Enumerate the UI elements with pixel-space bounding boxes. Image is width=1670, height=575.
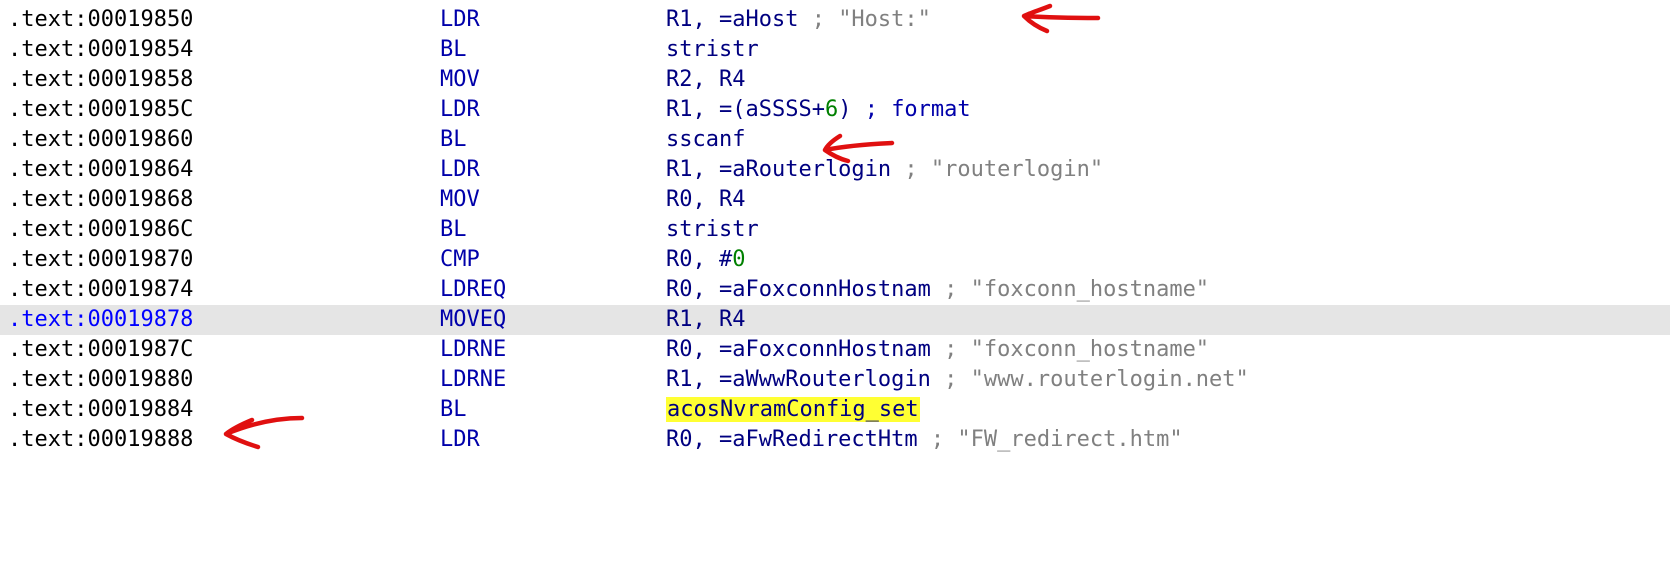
line-mnemonic[interactable]: LDR [440, 425, 480, 455]
line-operand[interactable]: R1, =aHost [666, 7, 798, 32]
line-address[interactable]: .text:00019888 [8, 425, 193, 455]
line-address[interactable]: .text:0001986C [8, 215, 193, 245]
line-operands: stristr [666, 215, 759, 245]
line-comment: ; "routerlogin" [891, 157, 1104, 182]
line-address[interactable]: .text:00019868 [8, 185, 193, 215]
line-address[interactable]: .text:00019874 [8, 275, 193, 305]
line-mnemonic[interactable]: CMP [440, 245, 480, 275]
line-comment: ; "foxconn_hostname" [930, 277, 1210, 302]
line-operands: R0, =aFwRedirectHtm ; "FW_redirect.htm" [666, 425, 1183, 455]
line-operands: R0, =aFoxconnHostnam ; "foxconn_hostname… [666, 275, 1209, 305]
line-operand-number: 6 [824, 97, 839, 122]
line-operand-number: 0 [732, 247, 746, 272]
line-operands: R1, R4 [666, 305, 745, 335]
code-line[interactable]: .text:00019870 CMP R0, #0 [0, 245, 1670, 275]
line-mnemonic[interactable]: BL [440, 125, 467, 155]
code-line[interactable]: .text:00019858 MOV R2, R4 [0, 65, 1670, 95]
code-line[interactable]: .text:00019864 LDR R1, =aRouterlogin ; "… [0, 155, 1670, 185]
line-address[interactable]: .text:00019858 [8, 65, 193, 95]
line-mnemonic[interactable]: MOVEQ [440, 305, 506, 335]
line-operands: R2, R4 [666, 65, 745, 95]
line-mnemonic[interactable]: MOV [440, 185, 480, 215]
line-operand-tail: ) [838, 97, 852, 122]
code-line[interactable]: .text:00019860 BL sscanf [0, 125, 1670, 155]
line-operand[interactable]: R2, R4 [666, 67, 745, 92]
line-address[interactable]: .text:00019878 [8, 305, 193, 335]
line-comment: ; "www.routerlogin.net" [930, 367, 1249, 392]
code-line[interactable]: .text:00019874 LDREQ R0, =aFoxconnHostna… [0, 275, 1670, 305]
line-address[interactable]: .text:00019860 [8, 125, 193, 155]
line-address[interactable]: .text:00019850 [8, 5, 193, 35]
line-operand[interactable]: R0, =aFoxconnHostnam [666, 337, 931, 362]
disassembly-listing: .text:00019850 LDR R1, =aHost ; "Host:" … [0, 5, 1670, 455]
highlighted-operand[interactable]: acosNvramConfig_set [666, 397, 920, 422]
line-operands: R0, R4 [666, 185, 745, 215]
line-mnemonic[interactable]: BL [440, 395, 467, 425]
line-operands: R0, #0 [666, 245, 745, 275]
line-operand[interactable]: R0, =aFoxconnHostnam [666, 277, 931, 302]
current-code-line[interactable]: .text:00019878 MOVEQ R1, R4 [0, 305, 1670, 335]
line-operand[interactable]: R1, =aRouterlogin [666, 157, 891, 182]
line-comment: ; "Host:" [798, 7, 931, 32]
line-operand[interactable]: R1, R4 [666, 307, 745, 332]
line-address[interactable]: .text:0001985C [8, 95, 193, 125]
code-line[interactable]: .text:00019854 BL stristr [0, 35, 1670, 65]
line-comment: ; "FW_redirect.htm" [917, 427, 1183, 452]
line-comment: ; format [851, 97, 971, 122]
line-operands: R1, =(aSSSS+6) ; format [666, 95, 971, 125]
code-line[interactable]: .text:0001985C LDR R1, =(aSSSS+6) ; form… [0, 95, 1670, 125]
line-operands: R1, =aWwwRouterlogin ; "www.routerlogin.… [666, 365, 1249, 395]
line-mnemonic[interactable]: LDRNE [440, 335, 506, 365]
line-operands: R1, =aHost ; "Host:" [666, 5, 931, 35]
line-address[interactable]: .text:00019870 [8, 245, 193, 275]
line-mnemonic[interactable]: LDREQ [440, 275, 506, 305]
code-line[interactable]: .text:0001987C LDRNE R0, =aFoxconnHostna… [0, 335, 1670, 365]
line-address[interactable]: .text:00019880 [8, 365, 193, 395]
line-operand[interactable]: R0, R4 [666, 187, 745, 212]
line-operand[interactable]: R0, =aFwRedirectHtm [666, 427, 918, 452]
line-operand[interactable]: stristr [666, 217, 759, 242]
line-mnemonic[interactable]: MOV [440, 65, 480, 95]
line-operand[interactable]: sscanf [666, 127, 745, 152]
line-comment: ; "foxconn_hostname" [930, 337, 1210, 362]
line-mnemonic[interactable]: LDR [440, 5, 480, 35]
line-operand[interactable]: R1, =(aSSSS+ [666, 97, 825, 122]
line-mnemonic[interactable]: BL [440, 215, 467, 245]
code-line[interactable]: .text:00019880 LDRNE R1, =aWwwRouterlogi… [0, 365, 1670, 395]
line-mnemonic[interactable]: LDRNE [440, 365, 506, 395]
line-operands: sscanf [666, 125, 745, 155]
line-address[interactable]: .text:00019864 [8, 155, 193, 185]
code-line[interactable]: .text:00019884 BL acosNvramConfig_set [0, 395, 1670, 425]
line-operands: acosNvramConfig_set [666, 395, 920, 425]
line-operands: R0, =aFoxconnHostnam ; "foxconn_hostname… [666, 335, 1209, 365]
code-line[interactable]: .text:00019868 MOV R0, R4 [0, 185, 1670, 215]
code-line[interactable]: .text:00019850 LDR R1, =aHost ; "Host:" [0, 5, 1670, 35]
line-address[interactable]: .text:00019854 [8, 35, 193, 65]
line-address[interactable]: .text:0001987C [8, 335, 193, 365]
line-mnemonic[interactable]: BL [440, 35, 467, 65]
code-line[interactable]: .text:00019888 LDR R0, =aFwRedirectHtm ;… [0, 425, 1670, 455]
line-mnemonic[interactable]: LDR [440, 155, 480, 185]
line-address[interactable]: .text:00019884 [8, 395, 193, 425]
line-operand[interactable]: stristr [666, 37, 759, 62]
line-operand[interactable]: R1, =aWwwRouterlogin [666, 367, 931, 392]
line-mnemonic[interactable]: LDR [440, 95, 480, 125]
code-line[interactable]: .text:0001986C BL stristr [0, 215, 1670, 245]
line-operand[interactable]: R0, # [666, 247, 732, 272]
line-operands: R1, =aRouterlogin ; "routerlogin" [666, 155, 1103, 185]
line-operands: stristr [666, 35, 759, 65]
